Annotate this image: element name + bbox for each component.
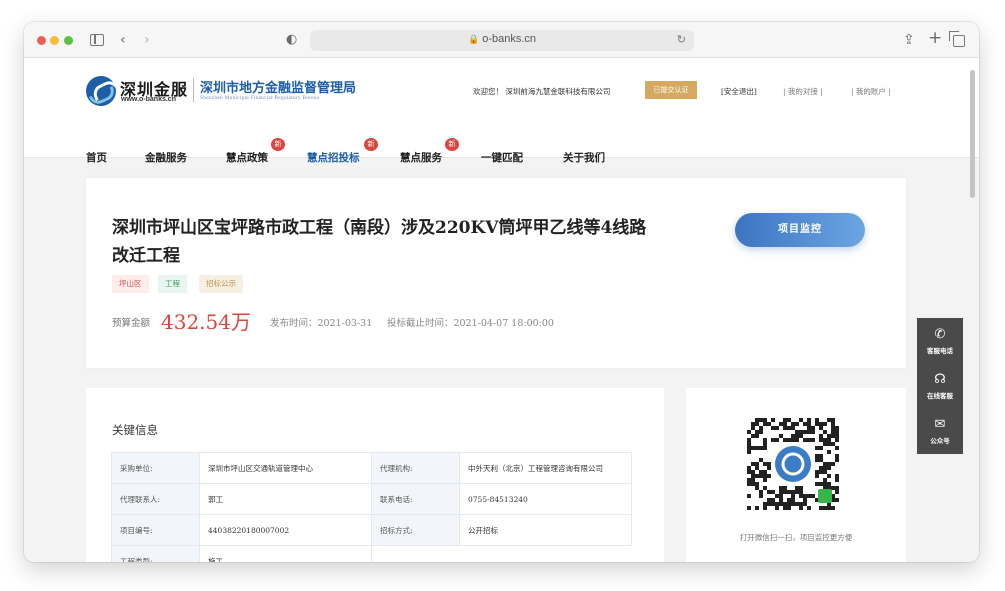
- web-page: 深圳金服 www.o-banks.cn 深圳市地方金融监督管理局 Shenzhe…: [24, 58, 979, 562]
- table-row: 采购单位: 深圳市坪山区交通轨道管理中心 代理机构: 中外天利（北京）工程管理咨…: [111, 452, 632, 484]
- side-item-phone[interactable]: ✆ 客服电话: [917, 327, 963, 356]
- nav-match[interactable]: 一键匹配: [481, 150, 523, 165]
- headset-icon: ☊: [934, 372, 946, 387]
- new-badge: 新: [271, 138, 285, 151]
- logo-url: www.o-banks.cn: [121, 96, 176, 103]
- field-label: 代理机构:: [371, 452, 460, 484]
- side-panel: ✆ 客服电话 ☊ 在线客服 ✉ 公众号: [917, 318, 963, 454]
- nav-home[interactable]: 首页: [86, 150, 107, 165]
- qr-caption: 打开微信扫一扫，项目监控更方便: [739, 533, 853, 542]
- tag-district: 坪山区: [112, 275, 149, 293]
- nav-about[interactable]: 关于我们: [563, 150, 605, 165]
- field-label: 项目编号:: [111, 514, 200, 546]
- shield-icon[interactable]: ◐: [286, 31, 297, 49]
- certification-button[interactable]: 已提交认证: [645, 81, 697, 99]
- side-item-label: 公众号: [930, 437, 950, 445]
- budget-value: 432.54万: [161, 310, 251, 334]
- table-row: 代理联系人: 郭工 联系电话: 0755-84513240: [111, 483, 632, 515]
- bureau-name-en: Shenzhen Municipal Financial Regulatory …: [200, 95, 320, 101]
- budget-label: 预算金额: [112, 318, 151, 329]
- logo-icon[interactable]: [86, 76, 116, 106]
- project-title-line1: 深圳市坪山区宝坪路市政工程（南段）涉及220KV筒坪甲乙线等4线路: [112, 218, 647, 238]
- my-account-link[interactable]: | 我的账户 |: [851, 86, 891, 97]
- browser-window: ‹ › ◐ 🔒 o-banks.cn ↻ ⇪ + 深圳金服 www.o-banks…: [24, 22, 979, 562]
- sidebar-icon[interactable]: [90, 34, 104, 46]
- address-bar[interactable]: 🔒 o-banks.cn ↻: [310, 30, 694, 51]
- field-value: 44038220180007002: [199, 514, 372, 546]
- publish-time: 发布时间：2021-03-31: [270, 318, 373, 329]
- key-info-card: 关键信息 采购单位: 深圳市坪山区交通轨道管理中心 代理机构: 中外天利（北京）…: [86, 388, 664, 562]
- project-monitor-button[interactable]: 项目监控: [735, 213, 865, 247]
- my-dock-link[interactable]: | 我的对接 |: [783, 86, 823, 97]
- project-title-line2: 改迁工程: [112, 246, 180, 266]
- field-value: 中外天利（北京）工程管理咨询有限公司: [459, 452, 632, 484]
- nav-financial-services[interactable]: 金融服务: [145, 150, 187, 165]
- url-text: o-banks.cn: [482, 33, 537, 45]
- site-header: 深圳金服 www.o-banks.cn 深圳市地方金融监督管理局 Shenzhe…: [24, 58, 979, 158]
- lock-icon: 🔒: [467, 34, 480, 44]
- bid-deadline: 投标截止时间：2021-04-07 18:00:00: [387, 318, 554, 329]
- side-item-label: 客服电话: [927, 347, 953, 355]
- logo-divider: [193, 78, 194, 102]
- browser-toolbar: ‹ › ◐ 🔒 o-banks.cn ↻ ⇪ +: [24, 22, 979, 58]
- nav-services[interactable]: 慧点服务: [400, 150, 442, 165]
- nav-policy[interactable]: 慧点政策: [226, 150, 268, 165]
- logout-link[interactable]: [安全退出]: [721, 86, 757, 97]
- new-badge: 新: [364, 138, 378, 151]
- field-label: 招标方式:: [371, 514, 460, 546]
- back-icon[interactable]: ‹: [120, 31, 126, 49]
- side-item-label: 在线客服: [927, 392, 953, 400]
- field-value: 郭工: [199, 483, 372, 515]
- qr-card: 打开微信扫一扫，项目监控更方便: [686, 388, 906, 562]
- welcome-text: 欢迎您！ 深圳前海九慧金联科技有限公司: [473, 87, 611, 96]
- field-label: 工程类型:: [111, 545, 200, 562]
- nav-bidding[interactable]: 慧点招投标: [307, 150, 360, 165]
- table-row: 工程类型: 施工: [111, 545, 632, 563]
- table-row: 项目编号: 44038220180007002 招标方式: 公开招标: [111, 514, 632, 546]
- side-item-online-service[interactable]: ☊ 在线客服: [917, 372, 963, 401]
- tabs-icon[interactable]: [949, 31, 965, 47]
- key-info-table: 采购单位: 深圳市坪山区交通轨道管理中心 代理机构: 中外天利（北京）工程管理咨…: [111, 452, 632, 562]
- empty-cell: [460, 546, 632, 563]
- page-scrollbar-thumb[interactable]: [970, 70, 975, 198]
- share-icon[interactable]: ⇪: [903, 31, 915, 49]
- field-label: 代理联系人:: [111, 483, 200, 515]
- project-card: 深圳市坪山区宝坪路市政工程（南段）涉及220KV筒坪甲乙线等4线路 改迁工程 项…: [86, 178, 906, 368]
- wechat-icon: ✉: [934, 417, 946, 432]
- empty-cell: [372, 546, 460, 563]
- field-value: 施工: [199, 545, 372, 562]
- phone-icon: ✆: [934, 327, 946, 342]
- field-label: 联系电话:: [371, 483, 460, 515]
- reload-icon[interactable]: ↻: [677, 33, 686, 46]
- qr-code[interactable]: [747, 418, 839, 510]
- field-value: 深圳市坪山区交通轨道管理中心: [199, 452, 372, 484]
- side-item-official-account[interactable]: ✉ 公众号: [917, 417, 963, 446]
- key-info-heading: 关键信息: [112, 423, 158, 437]
- forward-icon[interactable]: ›: [144, 31, 150, 49]
- zoom-window-button[interactable]: [64, 36, 73, 45]
- field-value: 0755-84513240: [459, 483, 632, 515]
- minimize-window-button[interactable]: [50, 36, 59, 45]
- new-badge: 新: [445, 138, 459, 151]
- field-value: 公开招标: [459, 514, 632, 546]
- bureau-name: 深圳市地方金融监督管理局: [200, 81, 357, 96]
- field-label: 采购单位:: [111, 452, 200, 484]
- project-title: 深圳市坪山区宝坪路市政工程（南段）涉及220KV筒坪甲乙线等4线路 改迁工程: [112, 214, 672, 270]
- tag-category: 工程: [158, 275, 187, 293]
- close-window-button[interactable]: [37, 36, 46, 45]
- plus-icon[interactable]: +: [928, 29, 942, 47]
- tag-notice-type: 招标公示: [199, 275, 243, 293]
